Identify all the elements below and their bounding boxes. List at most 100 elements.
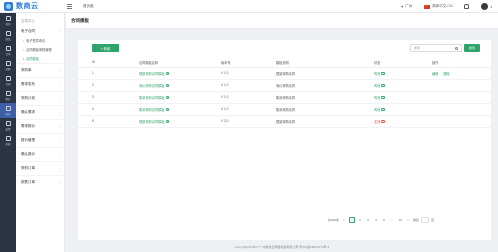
supply-icon: [5, 90, 11, 96]
total-count: 共400条: [328, 218, 340, 222]
search-button[interactable]: 搜索: [464, 44, 480, 52]
location-selector[interactable]: ⌖ 广州: [401, 4, 412, 9]
language-selector[interactable]: 简体中文-CN: [424, 3, 453, 9]
check-circle-icon: [381, 96, 385, 100]
sidebar-item-purchase-orders[interactable]: 采购订单 ›: [16, 161, 64, 175]
contract-icon: [5, 75, 11, 81]
chevron-right-icon: ›: [59, 124, 60, 129]
sidebar-item-demand-quote[interactable]: 需求报价 ›: [16, 119, 64, 133]
sidebar-subitem-signature[interactable]: 电子签章申请: [16, 36, 64, 45]
x-circle-icon: [381, 120, 385, 124]
location-pin-icon: ⌖: [400, 4, 404, 9]
sidebar: 交易中心 电子合同 ^ 电子签章申请 合同模板审核管理 合同模板 采购单› 需求…: [16, 13, 65, 252]
logo: 数商云: [0, 0, 65, 13]
icon-nav-bar: 首页 商品 订单 采购 合同 供应 财务 设置 系统: [0, 13, 16, 252]
table-row: 3 集采采购合同模板 V 1.0 集采采购合同 有效: [78, 91, 491, 104]
delete-button[interactable]: 删除: [443, 72, 449, 76]
add-template-button[interactable]: + 新增: [92, 44, 119, 52]
system-icon: [5, 135, 11, 141]
template-name-link[interactable]: 集采采购合同模板: [136, 103, 218, 116]
sidebar-subitem-template[interactable]: 合同模板: [16, 54, 64, 63]
sidebar-item-sales-orders[interactable]: 销售订单 ›: [16, 175, 64, 189]
preview-icon[interactable]: [165, 120, 169, 124]
chevron-right-icon: ›: [59, 152, 60, 157]
goods-icon: [5, 30, 11, 36]
sidebar-item-purchase-order[interactable]: 采购单 ›: [16, 63, 64, 77]
next-page-button[interactable]: >: [405, 217, 411, 223]
sidebar-item-confirm-demand[interactable]: 确认需求 ›: [16, 105, 64, 119]
template-name-link[interactable]: 框架采购合同模板: [136, 67, 218, 80]
status-badge: 有效: [371, 103, 429, 116]
iconbar-item-order[interactable]: 订单: [0, 43, 16, 58]
table-row: 1 框架采购合同模板 V 1.0 框架采购合同 有效 编辑 删除: [78, 67, 491, 80]
chevron-right-icon: ›: [59, 166, 60, 171]
pagination: 共400条 < 1 2 3 4 5 ... 10 > 前往 页: [328, 216, 434, 224]
template-name-link[interactable]: 集采采购合同模板: [136, 91, 218, 104]
page-suffix: 页: [431, 218, 435, 222]
page-title: 合同模板: [66, 13, 498, 29]
sidebar-title: 交易中心: [21, 19, 35, 23]
check-circle-icon: [381, 108, 385, 112]
page-5-button[interactable]: 5: [381, 217, 387, 223]
prev-page-button[interactable]: <: [341, 217, 347, 223]
logo-text: 数商云: [16, 3, 39, 10]
chevron-up-icon: ^: [58, 29, 60, 34]
chevron-right-icon: ›: [59, 180, 60, 185]
chevron-right-icon: ›: [59, 82, 60, 87]
chevron-right-icon: ›: [59, 138, 60, 143]
status-badge: 有效: [371, 67, 429, 80]
sidebar-item-demand-publish[interactable]: 需求发布 ›: [16, 77, 64, 91]
home-link[interactable]: 首页面: [83, 4, 94, 9]
search-input[interactable]: 搜索: [410, 44, 462, 52]
iconbar-item-finance[interactable]: 财务: [0, 103, 16, 118]
page-3-button[interactable]: 3: [365, 217, 371, 223]
template-list-card: + 新增 搜索 搜索 ID 合同模板名称 版本号 模板说明 状态 操作 1 框架…: [78, 40, 491, 240]
sidebar-item-quote-manage[interactable]: 报价管理 ›: [16, 133, 64, 147]
main-content: 合同模板 数商云 + 新增 搜索 搜索 ID 合同模板名称 版本号 模板说明 状…: [66, 13, 498, 252]
sidebar-item-confirm-quote[interactable]: 确认报价 ›: [16, 147, 64, 161]
settings-icon: [5, 120, 11, 126]
finance-icon: [5, 105, 11, 111]
check-circle-icon: [381, 84, 385, 88]
preview-icon[interactable]: [165, 72, 169, 76]
page-4-button[interactable]: 4: [373, 217, 379, 223]
iconbar-item-goods[interactable]: 商品: [0, 28, 16, 43]
chevron-right-icon: ›: [59, 110, 60, 115]
iconbar-item-home[interactable]: 首页: [0, 13, 16, 28]
page-10-button[interactable]: 10: [397, 217, 403, 223]
iconbar-item-contract[interactable]: 合同: [0, 73, 16, 88]
template-name-link[interactable]: 询价采购合同模板: [136, 79, 218, 92]
check-circle-icon: [381, 72, 385, 76]
goto-label: 前往: [413, 218, 420, 222]
chevron-right-icon: ›: [59, 68, 60, 73]
goto-page-input[interactable]: [421, 217, 430, 223]
iconbar-item-purchase[interactable]: 采购: [0, 58, 16, 73]
chevron-down-icon: ▾: [490, 4, 492, 9]
status-badge: 有效: [371, 91, 429, 104]
avatar: [481, 3, 489, 10]
language-label: 简体中文-CN: [432, 4, 453, 8]
preview-icon[interactable]: [165, 96, 169, 100]
purchase-icon: [5, 60, 11, 66]
iconbar-item-supply[interactable]: 供应: [0, 88, 16, 103]
sidebar-item-purchase-plan[interactable]: 采购计划 ›: [16, 91, 64, 105]
home-icon: [5, 15, 11, 21]
user-menu[interactable]: ▾: [481, 3, 492, 10]
bell-icon[interactable]: [464, 4, 470, 9]
sidebar-subitem-template-review[interactable]: 合同模板审核管理: [16, 45, 64, 54]
col-desc: 模板说明: [273, 58, 371, 68]
china-flag-icon: [424, 3, 431, 9]
edit-button[interactable]: 编辑: [432, 72, 438, 76]
preview-icon[interactable]: [165, 84, 169, 88]
page-1-button[interactable]: 1: [349, 217, 356, 223]
page-2-button[interactable]: 2: [357, 217, 363, 223]
table-row: 5 框架采购合同模板 V 2.0 框架采购合同 无效: [78, 115, 491, 128]
logo-icon: [4, 1, 13, 11]
chevron-right-icon: ›: [59, 96, 60, 101]
iconbar-item-settings[interactable]: 设置: [0, 118, 16, 133]
sidebar-group-contract[interactable]: 电子合同 ^: [16, 27, 64, 36]
iconbar-item-system[interactable]: 系统: [0, 133, 16, 148]
preview-icon[interactable]: [165, 108, 169, 112]
menu-toggle-icon[interactable]: [67, 0, 77, 13]
template-name-link[interactable]: 框架采购合同模板: [136, 115, 218, 128]
